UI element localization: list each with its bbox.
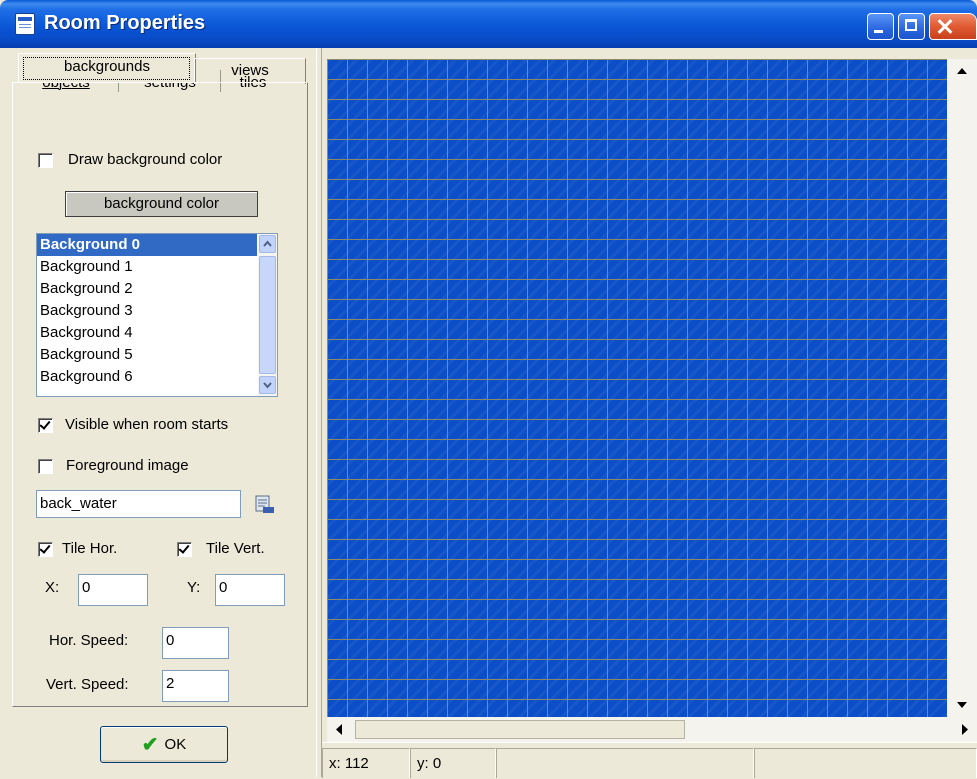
scroll-down-button[interactable] (259, 376, 276, 394)
background-image-field[interactable]: back_water (36, 490, 241, 518)
vert-speed-field[interactable]: 2 (162, 670, 229, 702)
list-item[interactable]: Background 1 (37, 256, 257, 278)
tile-vert-checkbox[interactable] (177, 542, 192, 557)
chevron-down-icon (263, 382, 272, 389)
horizontal-scroll-thumb[interactable] (355, 720, 685, 739)
foreground-label: Foreground image (66, 457, 189, 474)
minimize-button[interactable] (867, 13, 894, 40)
list-scrollbar[interactable] (258, 234, 277, 396)
list-item[interactable]: Background 0 (37, 234, 257, 256)
hor-speed-label: Hor. Speed: (49, 632, 129, 649)
ok-button[interactable]: ✔ OK (100, 726, 228, 763)
tile-vert-label: Tile Vert. (206, 540, 265, 557)
status-bar: x: 112 y: 0 (322, 742, 977, 778)
room-canvas[interactable] (327, 59, 947, 717)
x-field[interactable]: 0 (78, 574, 148, 606)
scroll-up-button[interactable] (947, 59, 977, 83)
list-item[interactable]: Background 6 (37, 366, 257, 388)
select-image-icon[interactable] (254, 494, 276, 516)
hor-speed-field[interactable]: 0 (162, 627, 229, 659)
x-label: X: (45, 579, 60, 596)
scroll-thumb[interactable] (259, 256, 276, 374)
visible-label: Visible when room starts (65, 416, 229, 433)
arrow-right-icon[interactable] (953, 717, 977, 742)
chevron-up-icon (263, 240, 272, 247)
window-icon (15, 13, 35, 35)
tab-views[interactable]: views (194, 58, 306, 84)
tab-views-label: views (231, 62, 269, 79)
visible-checkbox[interactable] (38, 418, 53, 433)
scroll-up-button[interactable] (259, 235, 276, 253)
foreground-checkbox[interactable] (38, 459, 53, 474)
y-label: Y: (187, 579, 201, 596)
list-item[interactable]: Background 4 (37, 322, 257, 344)
background-list[interactable]: Background 0 Background 1 Background 2 B… (36, 233, 278, 397)
arrow-left-icon[interactable] (327, 717, 351, 742)
canvas-vertical-scrollbar[interactable] (947, 59, 977, 717)
checkmark-icon: ✔ (141, 734, 159, 756)
title-bar: Room Properties (0, 0, 977, 48)
vert-speed-label: Vert. Speed: (46, 676, 129, 693)
canvas-horizontal-scrollbar[interactable] (327, 717, 977, 742)
status-empty-2 (754, 748, 977, 778)
arrow-down-icon (957, 702, 967, 708)
list-item[interactable]: Background 5 (37, 344, 257, 366)
status-y: y: 0 (410, 748, 496, 778)
tile-hor-checkbox[interactable] (38, 542, 53, 557)
ok-label: OK (164, 736, 187, 753)
close-button[interactable] (929, 13, 977, 40)
tile-hor-label: Tile Hor. (62, 540, 118, 557)
background-color-button[interactable]: background color (65, 191, 258, 217)
list-item[interactable]: Background 2 (37, 278, 257, 300)
status-empty-1 (496, 748, 754, 778)
window-title: Room Properties (44, 12, 206, 34)
tab-backgrounds-label: backgrounds (64, 58, 150, 75)
arrow-up-icon (957, 68, 967, 74)
scroll-down-button[interactable] (947, 693, 977, 717)
status-x: x: 112 (322, 748, 410, 778)
list-item[interactable]: Background 3 (37, 300, 257, 322)
panel-splitter[interactable] (316, 48, 322, 777)
draw-bg-color-checkbox[interactable] (38, 153, 53, 168)
y-field[interactable]: 0 (215, 574, 285, 606)
maximize-button[interactable] (898, 13, 925, 40)
tab-backgrounds[interactable]: backgrounds (18, 53, 196, 82)
draw-bg-color-label: Draw background color (68, 151, 223, 168)
